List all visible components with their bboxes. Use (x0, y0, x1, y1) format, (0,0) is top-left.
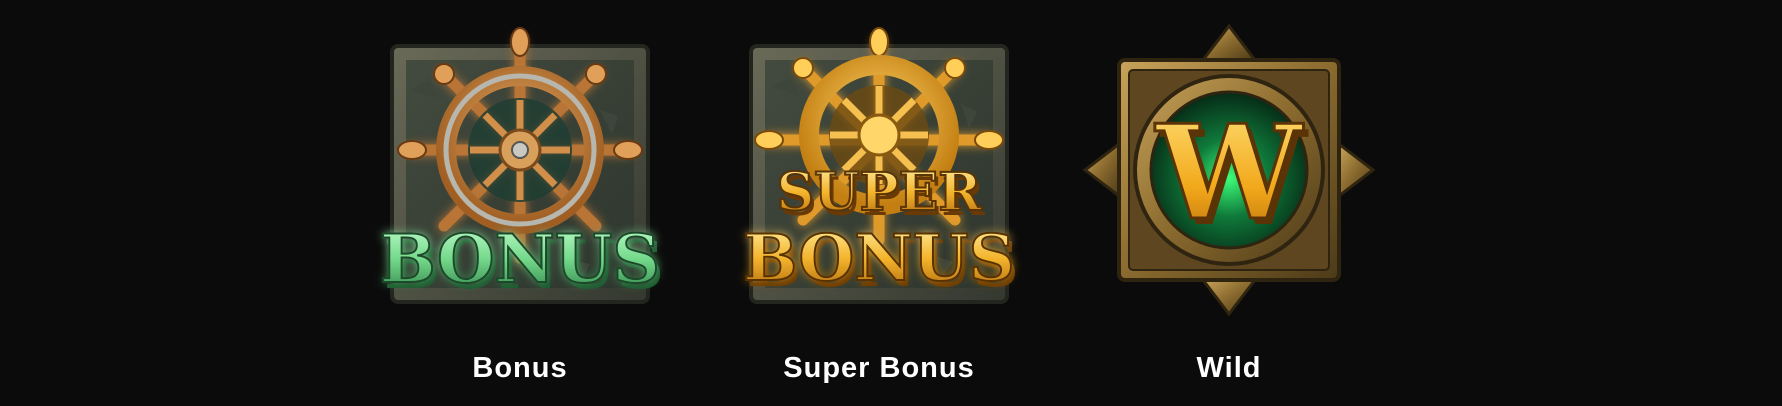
svg-text:W: W (1154, 96, 1304, 249)
bonus-label: Bonus (472, 352, 568, 384)
super-bonus-symbol: SUPER SUPER BONUS BONUS Super Bonus (729, 0, 1029, 406)
svg-text:SUPER: SUPER (777, 162, 983, 223)
bonus-symbol: BONUS BONUS Bonus (370, 0, 670, 406)
wild-w-emblem-icon: W W (1082, 23, 1376, 317)
ships-wheel-super-bonus-icon: SUPER SUPER BONUS BONUS (742, 27, 1019, 304)
wild-symbol: W W Wild (1079, 0, 1379, 406)
svg-text:BONUS: BONUS (743, 221, 1015, 296)
wild-label: Wild (1196, 352, 1262, 384)
super-bonus-label: Super Bonus (783, 352, 975, 384)
svg-text:BONUS: BONUS (380, 220, 660, 298)
ships-wheel-bonus-icon: BONUS BONUS (379, 27, 664, 304)
